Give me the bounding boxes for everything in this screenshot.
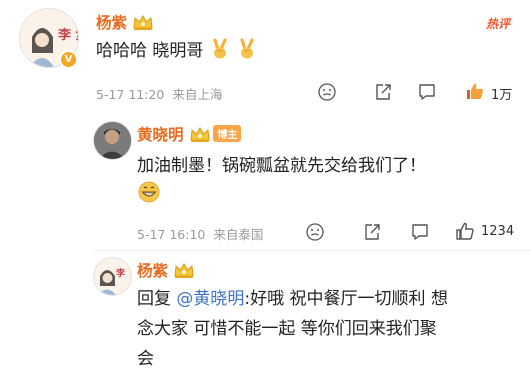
share-icon[interactable] <box>373 82 393 102</box>
like-active-icon[interactable] <box>465 81 485 101</box>
comment-time: 5-17 11:20 <box>96 87 165 102</box>
avatar[interactable] <box>93 121 132 160</box>
emoji-react-icon[interactable] <box>305 222 325 242</box>
avatar[interactable]: 李 <box>93 257 132 296</box>
like-count: 1万 <box>491 88 513 103</box>
username[interactable]: 黄晓明 博主 <box>137 123 242 145</box>
username-text[interactable]: 杨紫 <box>96 14 127 32</box>
victory-hand-icon <box>209 38 231 70</box>
mention-link[interactable]: @黄晓明 <box>176 289 244 309</box>
comment-text: 哈哈哈 晓明哥 <box>96 37 258 70</box>
comment-meta: 5-17 11:20 来自上海 <box>96 84 222 103</box>
username-text[interactable]: 杨紫 <box>137 262 168 280</box>
comment-time: 5-17 16:10 <box>137 227 206 242</box>
emoji-react-icon[interactable] <box>317 82 337 102</box>
share-icon[interactable] <box>362 222 382 242</box>
like-icon[interactable] <box>455 221 475 241</box>
comment-location: 来自上海 <box>172 87 223 102</box>
username[interactable]: 杨紫 <box>137 259 195 281</box>
username[interactable]: 杨紫 <box>96 11 154 33</box>
reply-text-line-2: 念大家 可惜不能一起 等你们回来我们聚 <box>137 319 437 339</box>
comment-location: 来自泰国 <box>213 227 264 242</box>
hot-comment-badge: 热评 <box>486 17 511 31</box>
verified-badge-icon: V <box>59 50 78 69</box>
comment-icon[interactable] <box>417 82 437 102</box>
comment-text: 加油制墨！锅碗瓢盆就先交给我们了！ <box>137 156 426 176</box>
avatar-image: 李 <box>94 258 131 295</box>
crown-icon <box>173 262 195 279</box>
author-tag: 博主 <box>213 125 242 142</box>
victory-hand-icon <box>236 38 258 70</box>
reply-text: :好哦 祝中餐厅一切顺利 想 <box>244 289 448 309</box>
username-text[interactable]: 黄晓明 <box>137 126 184 144</box>
crown-icon <box>189 126 211 143</box>
reply-prefix: 回复 <box>137 289 177 309</box>
like-count: 1234 <box>481 224 515 239</box>
comment-icon[interactable] <box>410 222 430 242</box>
reply-text-line-3: 会 <box>137 349 154 369</box>
avatar-lettering: 李 <box>115 267 126 279</box>
comment-text-content: 哈哈哈 晓明哥 <box>96 41 204 61</box>
avatar-lettering: 李 紫 <box>57 27 78 43</box>
crown-icon <box>132 14 154 31</box>
grinning-face-icon <box>137 180 161 208</box>
reply-text-line-1: 回复 @黄晓明:好哦 祝中餐厅一切顺利 想 <box>137 285 448 314</box>
divider <box>93 250 530 251</box>
avatar-image <box>94 122 131 159</box>
comment-meta: 5-17 16:10 来自泰国 <box>137 224 263 243</box>
